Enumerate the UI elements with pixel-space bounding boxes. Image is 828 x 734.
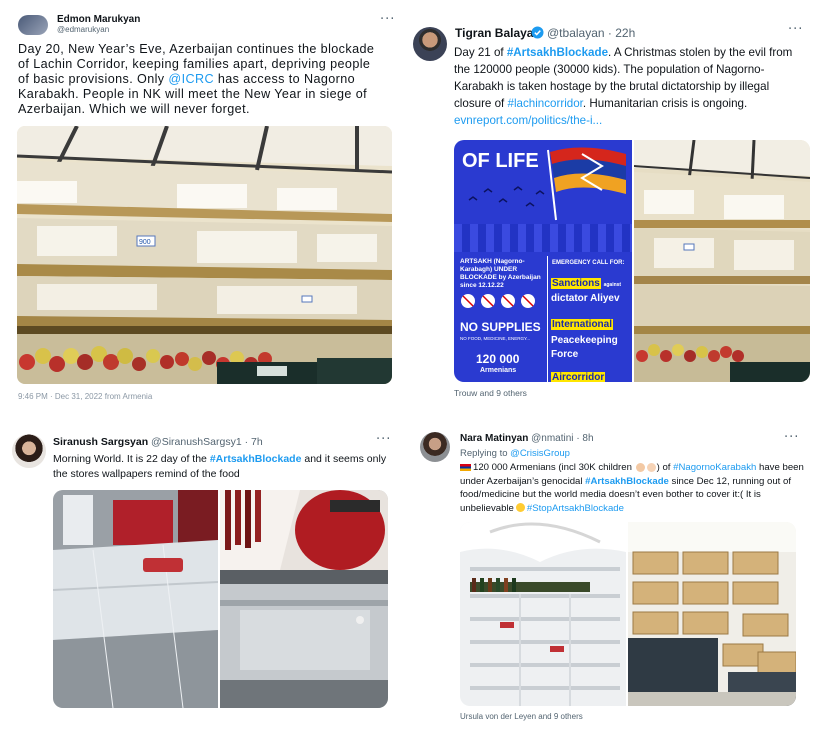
tweet-time[interactable]: · 7h [245,436,263,448]
tweet-photo-empty-store[interactable] [460,522,626,706]
poster-count-sub: Armenians [480,367,517,374]
author-name[interactable]: Nara Matinyan [460,433,528,444]
author-handle[interactable]: @nmatini [531,433,573,444]
author-handle[interactable]: @edmarukyan [57,25,109,34]
more-options-icon[interactable]: ··· [784,430,799,445]
tweet-card-tigran[interactable]: Tigran Balayan @tbalayan · 22h ··· Day 2… [408,0,828,410]
likes-summary[interactable]: Ursula von der Leyen and 9 others [460,712,583,721]
poster-aircorridor: Aircorridor [551,372,606,382]
tweet-photo-empty-shelves[interactable] [634,140,810,382]
poster-blockade-text: ARTSAKH (Nagorno-Karabagh) UNDER BLOCKAD… [460,258,541,289]
tweet-text: Day 21 of #ArtsakhBlockade. A Christmas … [454,46,793,127]
author-header: Nara Matinyan @nmatini · 8h [460,433,594,444]
poster-emergency: EMERGENCY CALL FOR: [552,260,625,266]
tweet-photo-empty-fridge[interactable] [53,490,218,708]
avatar[interactable] [420,432,450,462]
poster-count: 120 000 [476,352,520,366]
hashtag-link[interactable]: #ArtsakhBlockade [507,46,608,59]
more-options-icon[interactable]: ··· [788,22,803,37]
tweet-card-edmon[interactable]: Edmon Marukyan @edmarukyan ··· Day 20, N… [0,0,408,410]
divider [547,256,548,382]
empty-store-image [460,522,626,706]
tweet-text: 120 000 Armenians (incl 30K children ) o… [460,462,804,514]
empty-shelves-image: 900 [17,126,392,384]
poster-force: Force [551,349,579,360]
tweet-timestamp[interactable]: 9:46 PM · Dec 31, 2022 from Armenia [18,392,152,401]
author-name[interactable]: Edmon Marukyan [57,14,140,25]
hashtag-link[interactable]: #NagornoKarabakh [673,462,756,473]
artsakh-flag-icon [547,147,626,221]
tweet-text: Morning World. It is 22 day of the #Arts… [53,453,387,480]
likes-summary[interactable]: Trouw and 9 others [454,388,527,398]
verified-badge-icon [531,26,544,39]
tweet-time[interactable]: · 8h [576,433,593,444]
barbed-wire-decoration [454,224,632,252]
birds-decoration [468,186,545,207]
poster-international: International [551,319,614,330]
empty-fridge-image [53,490,218,708]
reply-mention-link[interactable]: @CrisisGroup [510,448,570,459]
poster-no-supplies-sub: NO FOOD, MEDICINE, ENERGY... [460,336,531,341]
hashtag-link[interactable]: #ArtsakhBlockade [210,453,302,465]
author-handle[interactable]: @SiranushSargsy1 [151,436,242,448]
poster-no-supplies: NO SUPPLIES [460,320,541,334]
prohibited-icons [461,294,535,308]
replying-to: Replying to @CrisisGroup [460,448,570,459]
tweet-text: Day 20, New Year’s Eve, Azerbaijan conti… [18,42,375,116]
baby-emoji-icon [646,462,656,472]
poster-sanctions: Sanctions against [551,278,622,289]
poster-title: OF LIFE [462,150,539,172]
article-link[interactable]: evnreport.com/politics/the-i... [454,114,602,127]
hashtag-link[interactable]: #StopArtsakhBlockade [527,503,624,514]
armenia-flag-icon [460,463,471,471]
meat-wallpaper-image [220,490,388,708]
poster-dictator: dictator Aliyev [551,293,620,304]
empty-shelves-image [634,140,810,382]
price-tag: 900 [139,239,151,246]
empty-crates-image [628,522,796,706]
tweet-photo-poster[interactable]: OF LIFE ARTSAKH (Nagorno-Karabagh) UNDER… [454,140,632,382]
author-name[interactable]: Siranush Sargsyan [53,436,148,448]
crying-emoji-icon [515,503,525,513]
tweet-photo-meat-wallpaper[interactable] [220,490,388,708]
author-name[interactable]: Tigran Balayan [455,26,541,40]
more-options-icon[interactable]: ··· [380,12,395,27]
hashtag-link[interactable]: #ArtsakhBlockade [585,476,669,487]
more-options-icon[interactable]: ··· [376,432,391,447]
avatar[interactable] [12,434,46,468]
author-handle: @tbalayan · 22h [547,26,636,40]
tweet-card-nara[interactable]: Nara Matinyan @nmatini · 8h ··· Replying… [408,420,828,734]
hashtag-link[interactable]: #lachincorridor [508,97,583,110]
child-emoji-icon [635,462,645,472]
tweet-card-siranush[interactable]: Siranush Sargsyan @SiranushSargsy1 · 7h … [0,420,408,734]
poster-peacekeeping: Peacekeeping [551,335,618,346]
tweet-photo-empty-shelves[interactable]: 900 [17,126,392,384]
avatar[interactable] [413,27,447,61]
mention-link[interactable]: @ICRC [168,72,214,86]
avatar[interactable] [18,15,48,35]
author-header: Siranush Sargsyan @SiranushSargsy1 · 7h [53,436,263,448]
tweet-photo-empty-crates[interactable] [628,522,796,706]
